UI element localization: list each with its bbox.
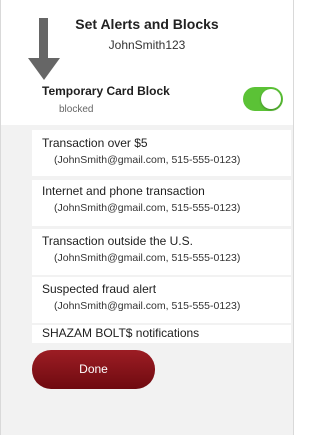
- card-block-toggle[interactable]: [243, 87, 283, 111]
- temporary-card-block-label: Temporary Card Block: [42, 84, 170, 98]
- alerts-and-blocks-screen: Set Alerts and Blocks JohnSmith123 Tempo…: [0, 0, 294, 435]
- alert-title: Internet and phone transaction: [42, 184, 205, 198]
- alert-title: Transaction outside the U.S.: [42, 234, 193, 248]
- alert-row-transaction-over-5[interactable]: Transaction over $5 (JohnSmith@gmail.com…: [32, 130, 291, 176]
- toggle-knob: [261, 89, 281, 109]
- alert-contact: (JohnSmith@gmail.com, 515-555-0123): [54, 300, 241, 312]
- card-block-status: blocked: [59, 104, 94, 115]
- alert-contact: (JohnSmith@gmail.com, 515-555-0123): [54, 252, 241, 264]
- alert-row-shazam-bolt[interactable]: SHAZAM BOLT$ notifications: [32, 325, 291, 343]
- alert-title: Suspected fraud alert: [42, 282, 157, 296]
- alert-title: SHAZAM BOLT$ notifications: [42, 326, 200, 340]
- alert-contact: (JohnSmith@gmail.com, 515-555-0123): [54, 202, 241, 214]
- done-button[interactable]: Done: [32, 350, 155, 389]
- down-arrow-icon: [28, 18, 60, 80]
- alert-contact: (JohnSmith@gmail.com, 515-555-0123): [54, 154, 241, 166]
- header-panel: Set Alerts and Blocks JohnSmith123 Tempo…: [1, 0, 293, 125]
- alert-row-internet-phone[interactable]: Internet and phone transaction (JohnSmit…: [32, 180, 291, 226]
- alert-title: Transaction over $5: [42, 136, 148, 150]
- alert-row-suspected-fraud[interactable]: Suspected fraud alert (JohnSmith@gmail.c…: [32, 277, 291, 323]
- alert-row-outside-us[interactable]: Transaction outside the U.S. (JohnSmith@…: [32, 229, 291, 275]
